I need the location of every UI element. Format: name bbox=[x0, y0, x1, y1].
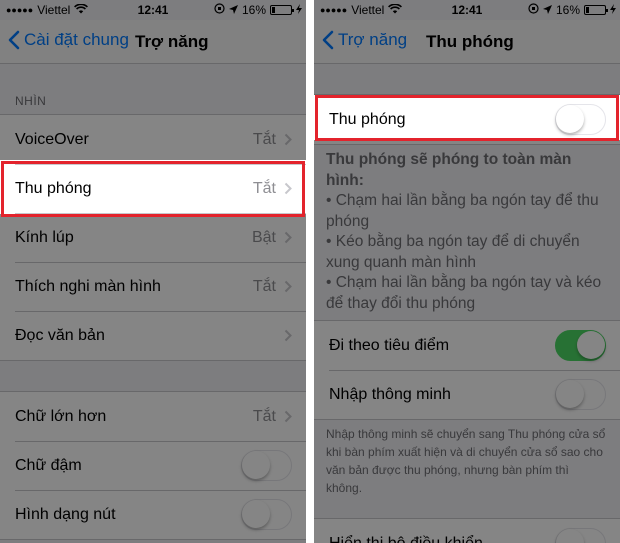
chevron-right-icon bbox=[284, 133, 292, 146]
left-phone-screen: ●●●●● Viettel 12:41 16% Cài đặt chung Tr… bbox=[0, 0, 306, 543]
switch-knob bbox=[556, 380, 584, 408]
follow-focus-switch[interactable] bbox=[555, 330, 606, 361]
battery-icon bbox=[584, 5, 608, 15]
smart-typing-switch[interactable] bbox=[555, 379, 606, 410]
switch-knob bbox=[577, 331, 605, 359]
status-bar: ●●●●● Viettel 12:41 16% bbox=[0, 0, 306, 20]
row-value: Bật bbox=[251, 228, 276, 246]
page-title: Thu phóng bbox=[426, 32, 514, 51]
row-label: Chữ đậm bbox=[15, 456, 82, 474]
show-controller-row: Hiển thị bộ điều khiển bbox=[314, 519, 620, 543]
focus-typing-group: Đi theo tiêu điểm Nhập thông minh bbox=[314, 320, 620, 420]
highlight-frame bbox=[315, 95, 619, 141]
battery-icon bbox=[270, 5, 294, 15]
larger-text-row[interactable]: Chữ lớn hơn Tắt bbox=[0, 392, 306, 441]
voiceover-row[interactable]: VoiceOver Tắt bbox=[0, 115, 306, 164]
row-label: Nhập thông minh bbox=[329, 385, 451, 403]
zoom-description-bullet: • Chạm hai lần bằng ba ngón tay và kéo đ… bbox=[326, 274, 602, 312]
status-bar: ●●●●● Viettel 12:41 16% bbox=[314, 0, 620, 20]
location-icon bbox=[542, 3, 552, 17]
row-label: Đọc văn bản bbox=[15, 326, 105, 344]
row-label: Thích nghi màn hình bbox=[15, 277, 161, 295]
row-label: Đi theo tiêu điểm bbox=[329, 336, 450, 354]
highlight-frame bbox=[1, 161, 305, 217]
smart-typing-footer: Nhập thông minh sẽ chuyển sang Thu phóng… bbox=[326, 427, 606, 495]
chevron-right-icon bbox=[284, 329, 292, 342]
page-title: Trợ năng bbox=[135, 32, 209, 51]
vision-settings-group: VoiceOver Tắt Thu phóng Tắt Kính lúp Bật… bbox=[0, 114, 306, 361]
back-button[interactable]: Cài đặt chung bbox=[8, 30, 129, 50]
battery-percent: 16% bbox=[241, 3, 266, 17]
back-label: Cài đặt chung bbox=[24, 30, 129, 49]
charging-icon bbox=[296, 3, 302, 17]
bold-text-row: Chữ đậm bbox=[0, 441, 306, 490]
row-value: Tắt bbox=[252, 407, 276, 425]
show-controller-switch[interactable] bbox=[555, 528, 606, 543]
follow-focus-row: Đi theo tiêu điểm bbox=[314, 321, 620, 370]
navigation-bar: Cài đặt chung Trợ năng bbox=[0, 20, 306, 64]
controller-group: Hiển thị bộ điều khiển bbox=[314, 518, 620, 543]
row-label: Hiển thị bộ điều khiển bbox=[329, 534, 483, 543]
speech-row[interactable]: Đọc văn bản bbox=[0, 311, 306, 360]
row-value: Tắt bbox=[252, 277, 276, 295]
row-label: Hình dạng nút bbox=[15, 505, 116, 523]
bold-text-switch[interactable] bbox=[241, 450, 292, 481]
zoom-description-bullet: • Chạm hai lần bằng ba ngón tay để thu p… bbox=[326, 192, 599, 230]
rotation-lock-icon bbox=[214, 3, 225, 17]
row-label: Chữ lớn hơn bbox=[15, 407, 107, 425]
chevron-left-icon bbox=[322, 30, 334, 50]
button-shapes-switch[interactable] bbox=[241, 499, 292, 530]
row-label: Kính lúp bbox=[15, 228, 74, 246]
display-accommodations-row[interactable]: Thích nghi màn hình Tắt bbox=[0, 262, 306, 311]
switch-knob bbox=[242, 500, 270, 528]
switch-knob bbox=[556, 529, 584, 543]
back-label: Trợ năng bbox=[338, 30, 408, 49]
navigation-bar: Trợ năng Thu phóng bbox=[314, 20, 620, 64]
button-shapes-row: Hình dạng nút bbox=[0, 490, 306, 539]
zoom-description-bullet: • Kéo bằng ba ngón tay để di chuyển xung… bbox=[326, 233, 580, 271]
rotation-lock-icon bbox=[528, 3, 539, 17]
switch-knob bbox=[242, 451, 270, 479]
right-phone-screen: ●●●●● Viettel 12:41 16% Trợ năng Thu phó… bbox=[314, 0, 620, 543]
row-label: VoiceOver bbox=[15, 130, 89, 148]
charging-icon bbox=[610, 3, 616, 17]
chevron-right-icon bbox=[284, 231, 292, 244]
battery-percent: 16% bbox=[555, 3, 580, 17]
row-value: Tắt bbox=[252, 130, 276, 148]
zoom-description-title: Thu phóng sẽ phóng to toàn màn hình: bbox=[326, 151, 572, 189]
text-settings-group: Chữ lớn hơn Tắt Chữ đậm Hình dạng nút bbox=[0, 391, 306, 540]
smart-typing-row: Nhập thông minh bbox=[314, 370, 620, 419]
section-header-vision: NHÌN bbox=[15, 94, 47, 108]
chevron-right-icon bbox=[284, 410, 292, 423]
location-icon bbox=[228, 3, 238, 17]
back-button[interactable]: Trợ năng bbox=[322, 30, 407, 50]
chevron-left-icon bbox=[8, 30, 20, 50]
zoom-description: Thu phóng sẽ phóng to toàn màn hình: • C… bbox=[326, 150, 608, 314]
chevron-right-icon bbox=[284, 280, 292, 293]
magnifier-row[interactable]: Kính lúp Bật bbox=[0, 213, 306, 262]
